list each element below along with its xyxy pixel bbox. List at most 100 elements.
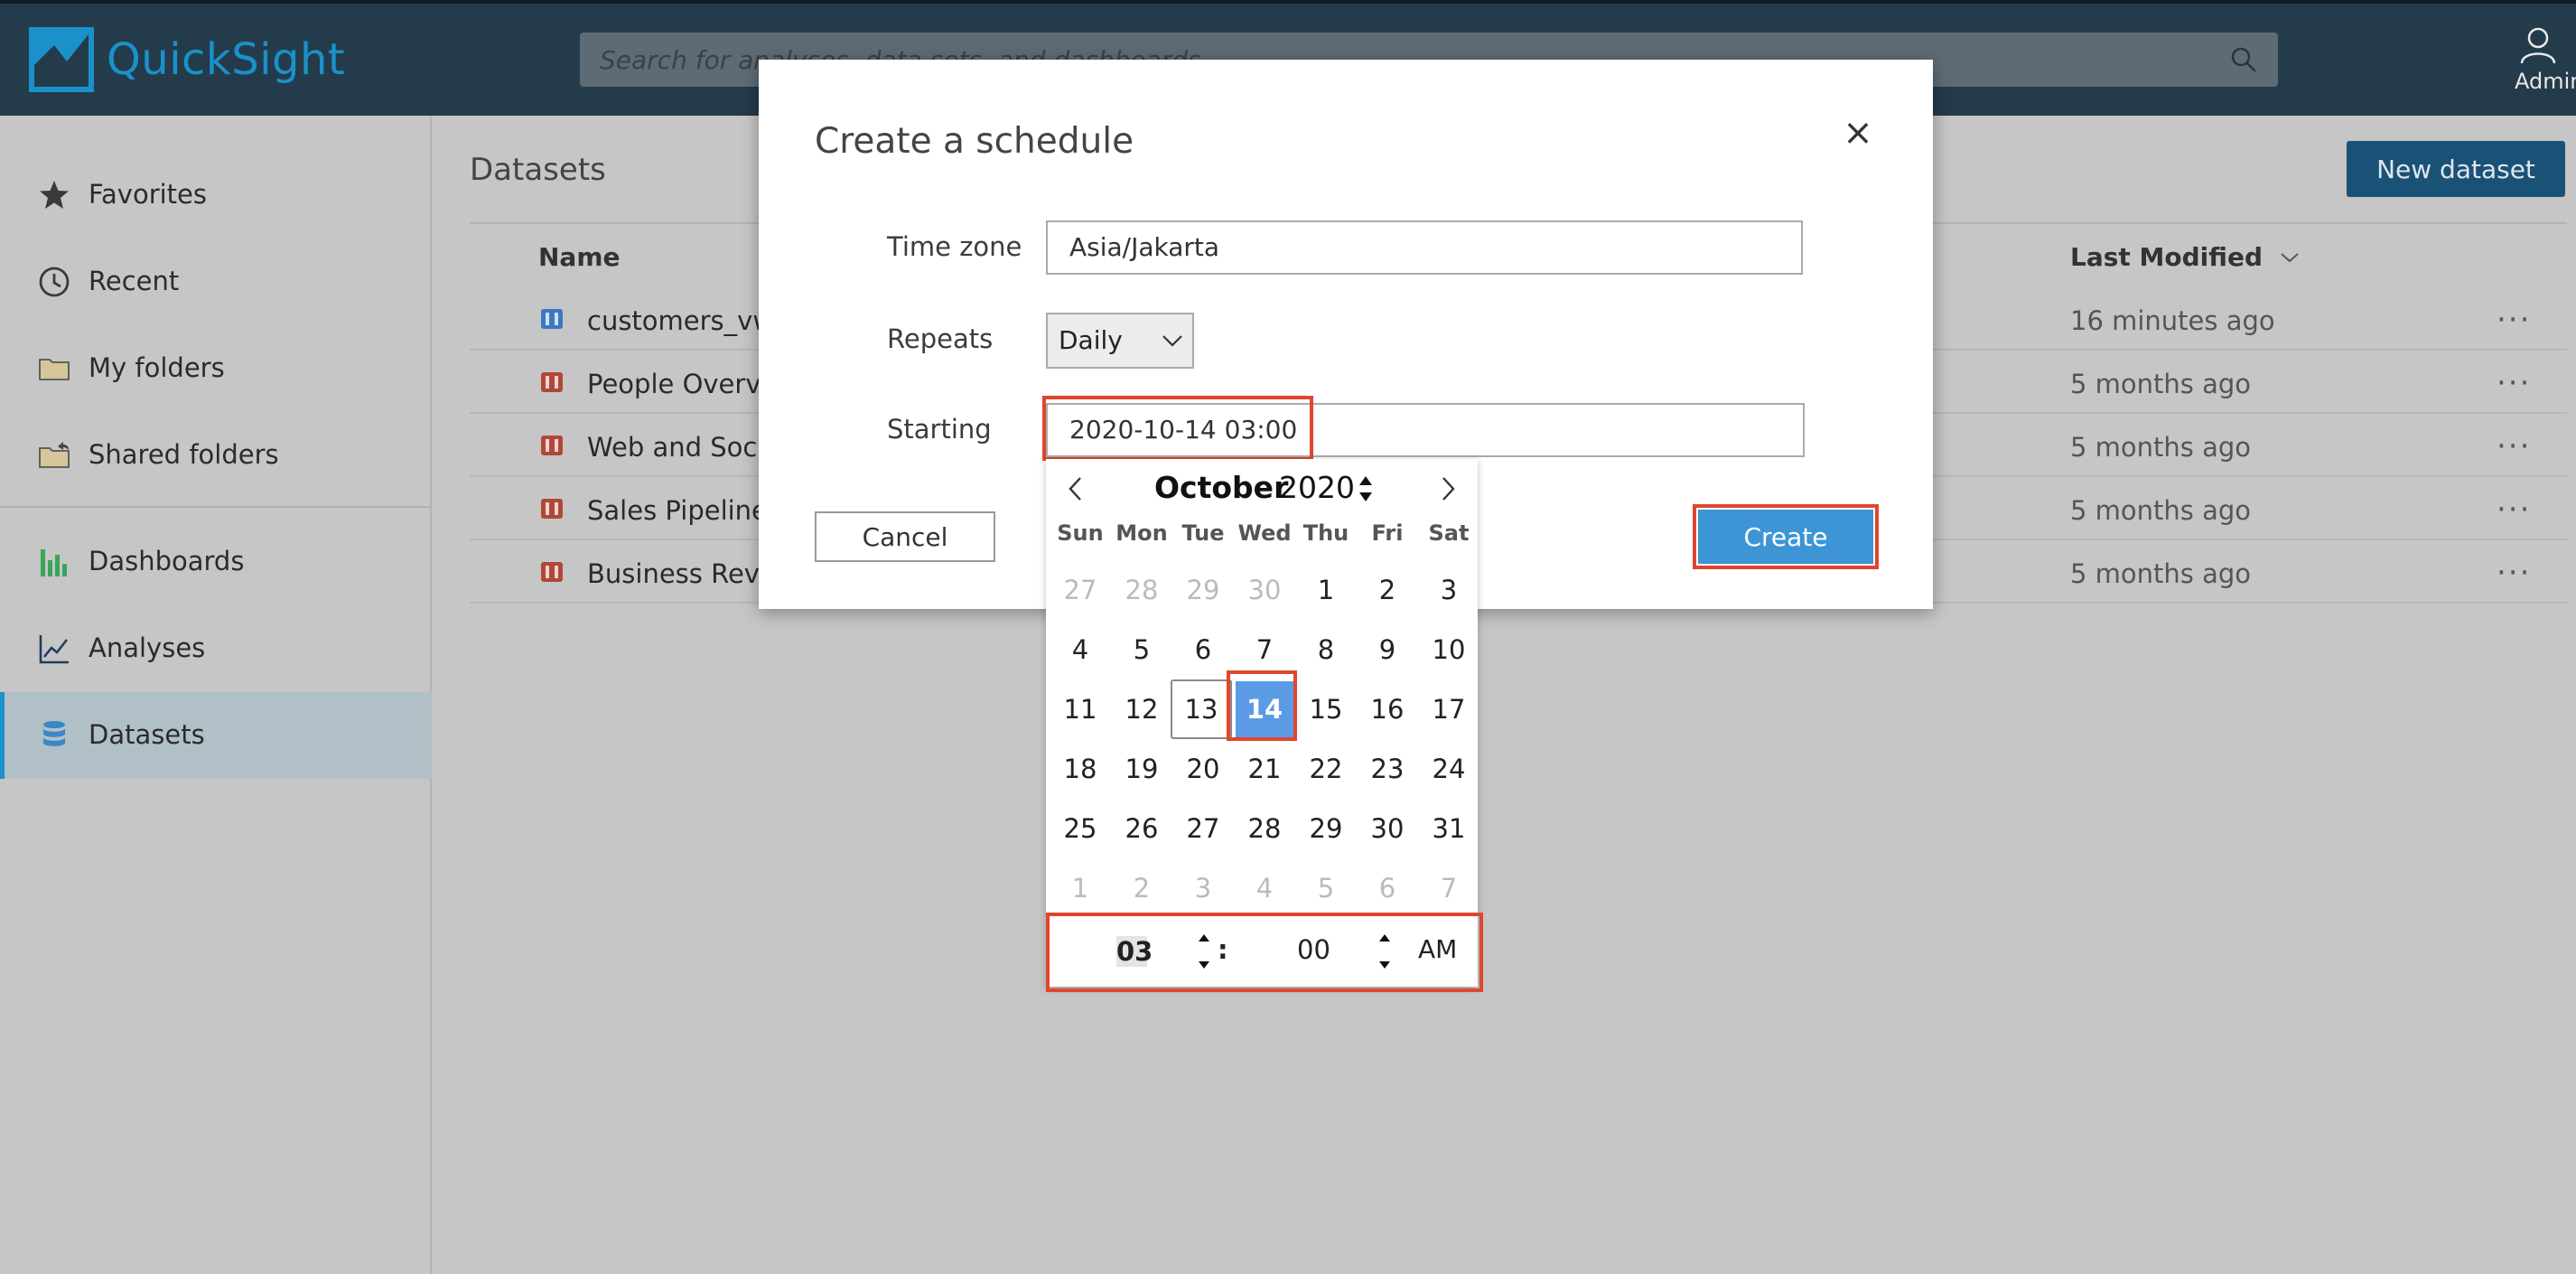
- calendar-day[interactable]: 7: [1418, 858, 1479, 918]
- calendar-day[interactable]: 27: [1050, 560, 1111, 620]
- calendar-day[interactable]: 3: [1418, 560, 1479, 620]
- dataset-name[interactable]: People Overvie: [587, 369, 784, 399]
- time-selector-highlight: [1046, 913, 1483, 992]
- column-header-label: Last Modified: [2070, 242, 2263, 272]
- starting-field-highlight: [1042, 396, 1313, 461]
- sidebar-item-label: Shared folders: [89, 439, 279, 470]
- shared-folder-icon: [39, 442, 70, 468]
- calendar-day[interactable]: 5: [1111, 620, 1172, 679]
- calendar-day[interactable]: 10: [1418, 620, 1479, 679]
- calendar-day[interactable]: 5: [1295, 858, 1357, 918]
- calendar-day[interactable]: 15: [1295, 679, 1357, 739]
- sidebar-item-favorites[interactable]: Favorites: [0, 152, 432, 239]
- dataset-name[interactable]: Web and Social: [587, 432, 788, 463]
- calendar-day[interactable]: 19: [1111, 739, 1172, 799]
- more-options-icon[interactable]: ···: [2497, 555, 2531, 591]
- dataset-modified: 5 months ago: [2070, 558, 2252, 589]
- brand-name: QuickSight: [107, 34, 346, 85]
- calendar-day[interactable]: 11: [1050, 679, 1111, 739]
- calendar-day[interactable]: 28: [1234, 799, 1295, 858]
- year-stepper-icon[interactable]: [1357, 473, 1375, 504]
- calendar-day[interactable]: 2: [1357, 560, 1418, 620]
- calendar-day[interactable]: 27: [1172, 799, 1234, 858]
- close-icon[interactable]: ×: [1839, 114, 1877, 152]
- search-icon[interactable]: [2229, 45, 2258, 74]
- sidebar: Favorites Recent My folders Shared folde…: [0, 116, 432, 1274]
- sidebar-item-analyses[interactable]: Analyses: [0, 605, 432, 692]
- more-options-icon[interactable]: ···: [2497, 492, 2531, 528]
- calendar-day[interactable]: 18: [1050, 739, 1111, 799]
- dataset-modified: 5 months ago: [2070, 495, 2252, 526]
- sidebar-item-datasets[interactable]: Datasets: [0, 692, 432, 779]
- dataset-modified: 5 months ago: [2070, 369, 2252, 399]
- calendar-day[interactable]: 12: [1111, 679, 1172, 739]
- calendar-day[interactable]: 4: [1050, 620, 1111, 679]
- user-menu[interactable]: Admin: [2502, 22, 2576, 103]
- calendar-day[interactable]: 23: [1357, 739, 1418, 799]
- weekday-header: Sat: [1428, 520, 1470, 546]
- quicksight-logo-icon: [29, 27, 94, 92]
- calendar-day[interactable]: 17: [1418, 679, 1479, 739]
- calendar-day[interactable]: 21: [1234, 739, 1295, 799]
- weekday-header: Thu: [1302, 520, 1349, 546]
- sidebar-item-shared-folders[interactable]: Shared folders: [0, 412, 432, 499]
- more-options-icon[interactable]: ···: [2497, 365, 2531, 401]
- sidebar-item-my-folders[interactable]: My folders: [0, 325, 432, 412]
- sidebar-item-label: Datasets: [89, 719, 205, 750]
- calendar-day[interactable]: 9: [1357, 620, 1418, 679]
- dataset-modified: 5 months ago: [2070, 432, 2252, 463]
- calendar-day[interactable]: 6: [1172, 620, 1234, 679]
- calendar-day[interactable]: 8: [1295, 620, 1357, 679]
- calendar-day[interactable]: 6: [1357, 858, 1418, 918]
- weekday-header: Sun: [1057, 520, 1104, 546]
- sidebar-item-label: Dashboards: [89, 546, 245, 576]
- calendar-day[interactable]: 24: [1418, 739, 1479, 799]
- cancel-button[interactable]: Cancel: [815, 511, 995, 562]
- brand[interactable]: QuickSight: [27, 25, 345, 94]
- sidebar-item-recent[interactable]: Recent: [0, 239, 432, 325]
- weekday-header: Tue: [1181, 520, 1225, 546]
- calendar-day[interactable]: 16: [1357, 679, 1418, 739]
- repeats-label: Repeats: [887, 323, 994, 354]
- time-zone-field[interactable]: Asia/Jakarta: [1046, 220, 1803, 275]
- calendar-day[interactable]: 4: [1234, 858, 1295, 918]
- calendar-day[interactable]: 29: [1295, 799, 1357, 858]
- column-header-last-modified[interactable]: Last Modified: [2070, 242, 2301, 272]
- new-dataset-button[interactable]: New dataset: [2347, 141, 2565, 197]
- calendar-day[interactable]: 29: [1172, 560, 1234, 620]
- column-header-name[interactable]: Name: [538, 242, 621, 272]
- dataset-name[interactable]: customers_vw: [587, 305, 774, 336]
- dataset-name[interactable]: Sales Pipeline: [587, 495, 768, 526]
- chevron-left-icon[interactable]: [1064, 475, 1087, 502]
- calendar-day[interactable]: 22: [1295, 739, 1357, 799]
- calendar-day[interactable]: 2: [1111, 858, 1172, 918]
- create-button-highlight: [1693, 504, 1879, 569]
- calendar-day[interactable]: 1: [1050, 858, 1111, 918]
- sidebar-item-dashboards[interactable]: Dashboards: [0, 519, 432, 605]
- calendar-day[interactable]: 1: [1295, 560, 1357, 620]
- clock-icon: [39, 267, 70, 297]
- more-options-icon[interactable]: ···: [2497, 428, 2531, 464]
- database-icon: [43, 721, 65, 746]
- dataset-red-icon: [541, 562, 563, 582]
- calendar-day[interactable]: 28: [1111, 560, 1172, 620]
- sidebar-item-label: Favorites: [89, 179, 207, 210]
- calendar-day[interactable]: 31: [1418, 799, 1479, 858]
- repeats-select[interactable]: Daily: [1046, 313, 1194, 369]
- weekday-header: Mon: [1115, 520, 1168, 546]
- calendar-day[interactable]: 26: [1111, 799, 1172, 858]
- calendar-day[interactable]: 25: [1050, 799, 1111, 858]
- calendar-day[interactable]: 20: [1172, 739, 1234, 799]
- calendar-day-today[interactable]: 13: [1171, 679, 1232, 739]
- calendar-day[interactable]: 30: [1357, 799, 1418, 858]
- more-options-icon[interactable]: ···: [2497, 302, 2531, 338]
- picker-month[interactable]: October: [1154, 470, 1288, 505]
- weekday-header: Fri: [1371, 520, 1404, 546]
- calendar-day[interactable]: 3: [1172, 858, 1234, 918]
- picker-year[interactable]: 2020: [1279, 470, 1355, 505]
- folder-icon: [39, 359, 70, 380]
- calendar-day[interactable]: 30: [1234, 560, 1295, 620]
- bar-chart-icon: [41, 549, 67, 576]
- chevron-right-icon[interactable]: [1436, 475, 1460, 502]
- chevron-down-icon[interactable]: [2279, 250, 2301, 265]
